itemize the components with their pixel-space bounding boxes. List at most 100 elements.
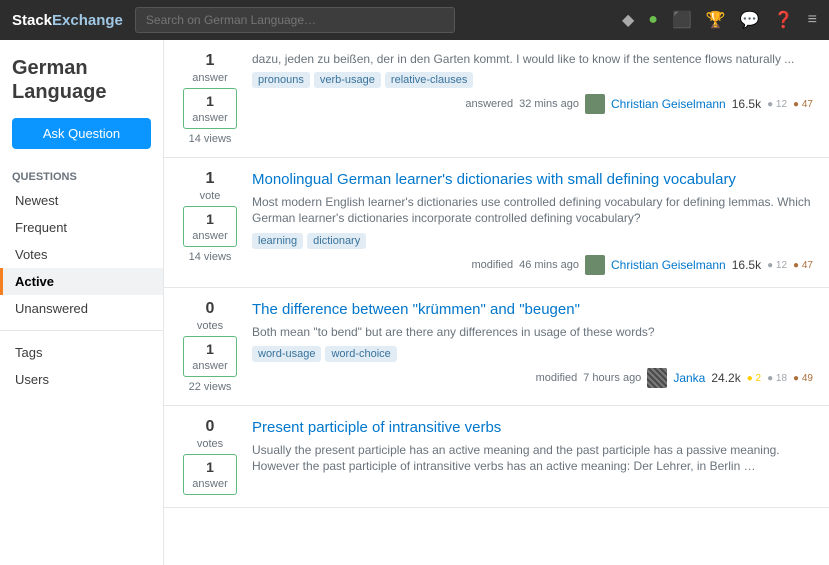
sidebar-item-newest[interactable]: Newest [0,187,163,214]
sidebar: German Language Ask Question Questions N… [0,40,164,565]
question-item: 0 votes 1 answer Present participle of i… [164,406,829,508]
main-layout: German Language Ask Question Questions N… [0,40,829,565]
question-title[interactable]: The difference between "krümmen" and "be… [252,300,813,320]
answer-number: 1 [192,93,227,109]
views-stat: 14 views [189,251,232,263]
answer-number: 1 [192,211,227,227]
meta-action-text: modified [472,259,514,271]
views-stat: 22 views [189,381,232,393]
ask-question-button[interactable]: Ask Question [12,118,151,149]
badge-silver: ● 12 [767,260,787,271]
tag-word-choice[interactable]: word-choice [325,346,396,362]
question-item: 1 answer 1 answer 14 views dazu, jeden z… [164,40,829,158]
header-icons: ◆ ● ⬛ 🏆 💬 ❓ ≡ [622,10,817,30]
site-logo[interactable]: StackExchange [12,12,123,29]
vote-label: vote [200,190,221,202]
author-rep: 16.5k [732,97,761,111]
logo-stack-text: Stack [12,12,52,29]
menu-icon[interactable]: ≡ [808,11,817,29]
help-icon[interactable]: ❓ [774,10,794,30]
badge-bronze: ● 49 [793,373,813,384]
logo-exchange-text: Exchange [52,12,123,29]
meta-action-text: modified [536,372,578,384]
question-item: 1 vote 1 answer 14 views Monolingual Ger… [164,158,829,288]
tags-row: word-usage word-choice [252,346,813,362]
answer-label: answer [192,112,227,124]
meta-action-text: answered [465,98,513,110]
question-title[interactable]: Present participle of intransitive verbs [252,418,813,438]
meta-time: 7 hours ago [583,372,641,384]
sidebar-item-frequent[interactable]: Frequent [0,214,163,241]
avatar [585,94,605,114]
question-stats: 1 answer 1 answer 14 views [180,52,240,145]
question-meta: answered 32 mins ago Christian Geiselman… [252,94,813,114]
questions-section-label: Questions [0,165,163,187]
question-item: 0 votes 1 answer 22 views The difference… [164,288,829,406]
author-name[interactable]: Christian Geiselmann [611,258,726,272]
views-stat: 14 views [189,133,232,145]
vote-label: answer [192,72,227,84]
question-excerpt-partial: dazu, jeden zu beißen, der in den Garten… [252,52,813,66]
site-header: StackExchange ◆ ● ⬛ 🏆 💬 ❓ ≡ [0,0,829,40]
tag-relative-clauses[interactable]: relative-clauses [385,72,473,88]
sidebar-item-unanswered[interactable]: Unanswered [0,295,163,322]
diamond-icon[interactable]: ◆ [622,10,634,30]
meta-time: 32 mins ago [519,98,579,110]
author-rep: 24.2k [711,371,740,385]
answer-label: answer [192,360,227,372]
question-meta: modified 46 mins ago Christian Geiselman… [252,255,813,275]
sidebar-item-votes[interactable]: Votes [0,241,163,268]
vote-label: votes [197,320,223,332]
vote-number: 1 [192,52,227,70]
sidebar-item-tags[interactable]: Tags [0,339,163,366]
sidebar-item-active[interactable]: Active [0,268,163,295]
answer-label: answer [192,478,227,490]
questions-list: 1 answer 1 answer 14 views dazu, jeden z… [164,40,829,565]
tag-pronouns[interactable]: pronouns [252,72,310,88]
badge-gold: ● 2 [747,373,761,384]
trophy-icon[interactable]: 🏆 [706,10,726,30]
search-container [135,7,455,33]
question-body: dazu, jeden zu beißen, der in den Garten… [252,52,813,145]
inbox-icon[interactable]: ● [648,11,658,29]
badge-silver: ● 12 [767,99,787,110]
author-name[interactable]: Christian Geiselmann [611,97,726,111]
question-excerpt: Most modern English learner's dictionari… [252,194,813,228]
author-rep: 16.5k [732,258,761,272]
site-title: German Language [12,56,151,104]
badge-silver: ● 18 [767,373,787,384]
search-input[interactable] [135,7,455,33]
question-excerpt: Usually the present participle has an ac… [252,442,813,476]
sidebar-item-users[interactable]: Users [0,366,163,393]
vote-count-block: 0 votes [197,418,223,450]
answer-label: answer [192,230,227,242]
vote-count-block: 1 vote [200,170,221,202]
chat-icon[interactable]: 💬 [740,10,760,30]
answer-number: 1 [192,341,227,357]
question-title[interactable]: Monolingual German learner's dictionarie… [252,170,813,190]
avatar [647,368,667,388]
question-stats: 0 votes 1 answer 22 views [180,300,240,393]
vote-number: 0 [197,418,223,436]
sidebar-logo-area: German Language [0,56,163,118]
tag-word-usage[interactable]: word-usage [252,346,321,362]
question-body: The difference between "krümmen" and "be… [252,300,813,393]
vote-count-block: 0 votes [197,300,223,332]
tags-row: pronouns verb-usage relative-clauses [252,72,813,88]
badge-bronze: ● 47 [793,260,813,271]
tag-verb-usage[interactable]: verb-usage [314,72,381,88]
question-meta: modified 7 hours ago Janka 24.2k ● 2 ● 1… [252,368,813,388]
meta-time: 46 mins ago [519,259,579,271]
question-body: Present participle of intransitive verbs… [252,418,813,495]
answer-count-box: 1 answer [183,454,236,495]
question-excerpt: Both mean "to bend" but are there any di… [252,324,813,341]
badge-bronze: ● 47 [793,99,813,110]
sidebar-divider [0,330,163,331]
tag-learning[interactable]: learning [252,233,303,249]
vote-count-block: 1 answer [192,52,227,84]
tags-row: learning dictionary [252,233,813,249]
tag-dictionary[interactable]: dictionary [307,233,366,249]
answer-number: 1 [192,459,227,475]
achievements-icon[interactable]: ⬛ [672,10,692,30]
author-name[interactable]: Janka [673,371,705,385]
